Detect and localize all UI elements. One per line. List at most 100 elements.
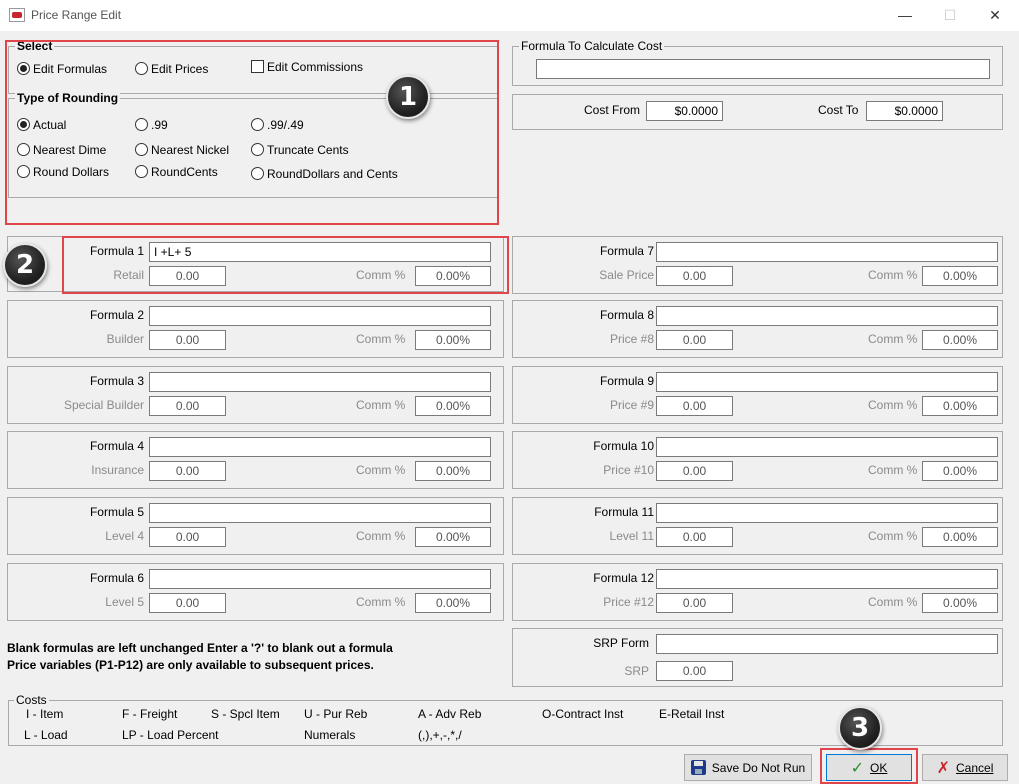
cost-code-contract-inst: O-Contract Inst — [542, 707, 624, 721]
formula-8-price-input[interactable]: 0.00 — [656, 330, 733, 350]
cost-code-freight: F - Freight — [122, 707, 178, 721]
formula-8-input[interactable] — [656, 306, 998, 326]
cost-code-retail-inst: E-Retail Inst — [659, 707, 725, 721]
save-do-not-run-label: Save Do Not Run — [711, 760, 806, 775]
formula-3-price-input[interactable]: 0.00 — [149, 396, 226, 416]
step-badge-1: 1 — [386, 75, 430, 119]
cost-code-pur-reb: U - Pur Reb — [304, 707, 368, 721]
formula-3-input[interactable] — [149, 372, 491, 392]
formula-8-comm-input[interactable]: 0.00% — [922, 330, 998, 350]
formula-4-input[interactable] — [149, 437, 491, 457]
formula-12-comm-label: Comm % — [868, 595, 918, 609]
formula-11-price-input[interactable]: 0.00 — [656, 527, 733, 547]
highlight-box-1 — [5, 40, 499, 225]
cost-code-spcl-item: S - Spcl Item — [211, 707, 280, 721]
title-bar — [0, 0, 1019, 31]
formula-8-label: Formula 8 — [599, 308, 654, 322]
cost-code-numerals: Numerals — [304, 728, 356, 742]
cancel-label: Cancel — [956, 760, 994, 775]
formula-12-input[interactable] — [656, 569, 998, 589]
formula-2-comm-input[interactable]: 0.00% — [415, 330, 491, 350]
cost-to-label: Cost To — [818, 103, 859, 117]
formula-12-price-input[interactable]: 0.00 — [656, 593, 733, 613]
formula-2-comm-label: Comm % — [356, 332, 406, 346]
formula-2-price-input[interactable]: 0.00 — [149, 330, 226, 350]
formula-2-price-label: Builder — [106, 332, 144, 346]
step-badge-3: 3 — [838, 706, 882, 750]
cost-code-operators: (,),+,-,*,/ — [418, 728, 462, 742]
formula-7-price-input[interactable]: 0.00 — [656, 266, 733, 286]
cancel-x-icon: ✗ — [936, 759, 951, 777]
formula-9-price-input[interactable]: 0.00 — [656, 396, 733, 416]
formula-6-price-label: Level 5 — [105, 595, 144, 609]
formula-9-input[interactable] — [656, 372, 998, 392]
formula-3-label: Formula 3 — [89, 374, 144, 388]
cost-code-adv-reb: A - Adv Reb — [418, 707, 482, 721]
formula-10-price-label: Price #10 — [603, 463, 654, 477]
cost-code-load-percent: LP - Load Percent — [122, 728, 219, 742]
formula-3-comm-label: Comm % — [356, 398, 406, 412]
formula-2-input[interactable] — [149, 306, 491, 326]
note-line-2: Price variables (P1-P12) are only availa… — [7, 658, 374, 672]
formula-4-comm-label: Comm % — [356, 463, 406, 477]
formula-5-price-input[interactable]: 0.00 — [149, 527, 226, 547]
formula-7-comm-input[interactable]: 0.00% — [922, 266, 998, 286]
cancel-button[interactable]: ✗ Cancel — [922, 754, 1008, 781]
formula-10-input[interactable] — [656, 437, 998, 457]
floppy-disk-icon — [690, 760, 706, 775]
formula-8-comm-label: Comm % — [868, 332, 918, 346]
highlight-box-2 — [62, 236, 509, 294]
formula-10-price-input[interactable]: 0.00 — [656, 461, 733, 481]
formula-6-price-input[interactable]: 0.00 — [149, 593, 226, 613]
formula-11-comm-input[interactable]: 0.00% — [922, 527, 998, 547]
formula-11-input[interactable] — [656, 503, 998, 523]
formula-10-comm-input[interactable]: 0.00% — [922, 461, 998, 481]
formula-4-comm-input[interactable]: 0.00% — [415, 461, 491, 481]
note-line-1: Blank formulas are left unchanged Enter … — [7, 641, 393, 655]
formula-4-price-input[interactable]: 0.00 — [149, 461, 226, 481]
formula-7-price-label: Sale Price — [599, 268, 654, 282]
formula-6-comm-label: Comm % — [356, 595, 406, 609]
srp-form-input[interactable] — [656, 634, 998, 654]
formula-9-label: Formula 9 — [599, 374, 654, 388]
formula-7-label: Formula 7 — [599, 244, 654, 258]
cost-from-input[interactable]: $0.0000 — [646, 101, 723, 121]
formula-7-input[interactable] — [656, 242, 998, 262]
formula-3-comm-input[interactable]: 0.00% — [415, 396, 491, 416]
srp-form-label: SRP Form — [593, 636, 649, 650]
app-icon — [9, 8, 25, 22]
highlight-box-3 — [820, 748, 918, 784]
minimize-button[interactable]: — — [895, 6, 915, 24]
cost-code-item: I - Item — [26, 707, 64, 721]
save-do-not-run-button[interactable]: Save Do Not Run — [684, 754, 812, 781]
formula-9-comm-label: Comm % — [868, 398, 918, 412]
formula-8-price-label: Price #8 — [609, 332, 654, 346]
formula-12-comm-input[interactable]: 0.00% — [922, 593, 998, 613]
formula-6-input[interactable] — [149, 569, 491, 589]
formula-4-price-label: Insurance — [91, 463, 144, 477]
formula-5-input[interactable] — [149, 503, 491, 523]
formula-5-comm-input[interactable]: 0.00% — [415, 527, 491, 547]
window-title: Price Range Edit — [31, 8, 122, 22]
srp-price-input[interactable]: 0.00 — [656, 661, 733, 681]
cost-code-load: L - Load — [24, 728, 68, 742]
formula-12-price-label: Price #12 — [603, 595, 654, 609]
formula-6-comm-input[interactable]: 0.00% — [415, 593, 491, 613]
srp-price-label: SRP — [624, 664, 649, 678]
formula-10-label: Formula 10 — [593, 439, 654, 453]
formula-12-label: Formula 12 — [593, 571, 654, 585]
formula-7-comm-label: Comm % — [868, 268, 918, 282]
formula-9-comm-input[interactable]: 0.00% — [922, 396, 998, 416]
maximize-button[interactable]: ☐ — [940, 6, 960, 24]
formula-9-price-label: Price #9 — [609, 398, 654, 412]
formula-4-label: Formula 4 — [89, 439, 144, 453]
formula-11-price-label: Level 11 — [609, 529, 654, 543]
step-badge-2: 2 — [3, 243, 47, 287]
cost-formula-input[interactable] — [536, 59, 990, 79]
close-button[interactable]: ✕ — [985, 6, 1005, 24]
cost-from-label: Cost From — [584, 103, 641, 117]
cost-to-input[interactable]: $0.0000 — [866, 101, 943, 121]
formula-2-label: Formula 2 — [89, 308, 144, 322]
formula-10-comm-label: Comm % — [868, 463, 918, 477]
cost-formula-title: Formula To Calculate Cost — [519, 39, 665, 53]
